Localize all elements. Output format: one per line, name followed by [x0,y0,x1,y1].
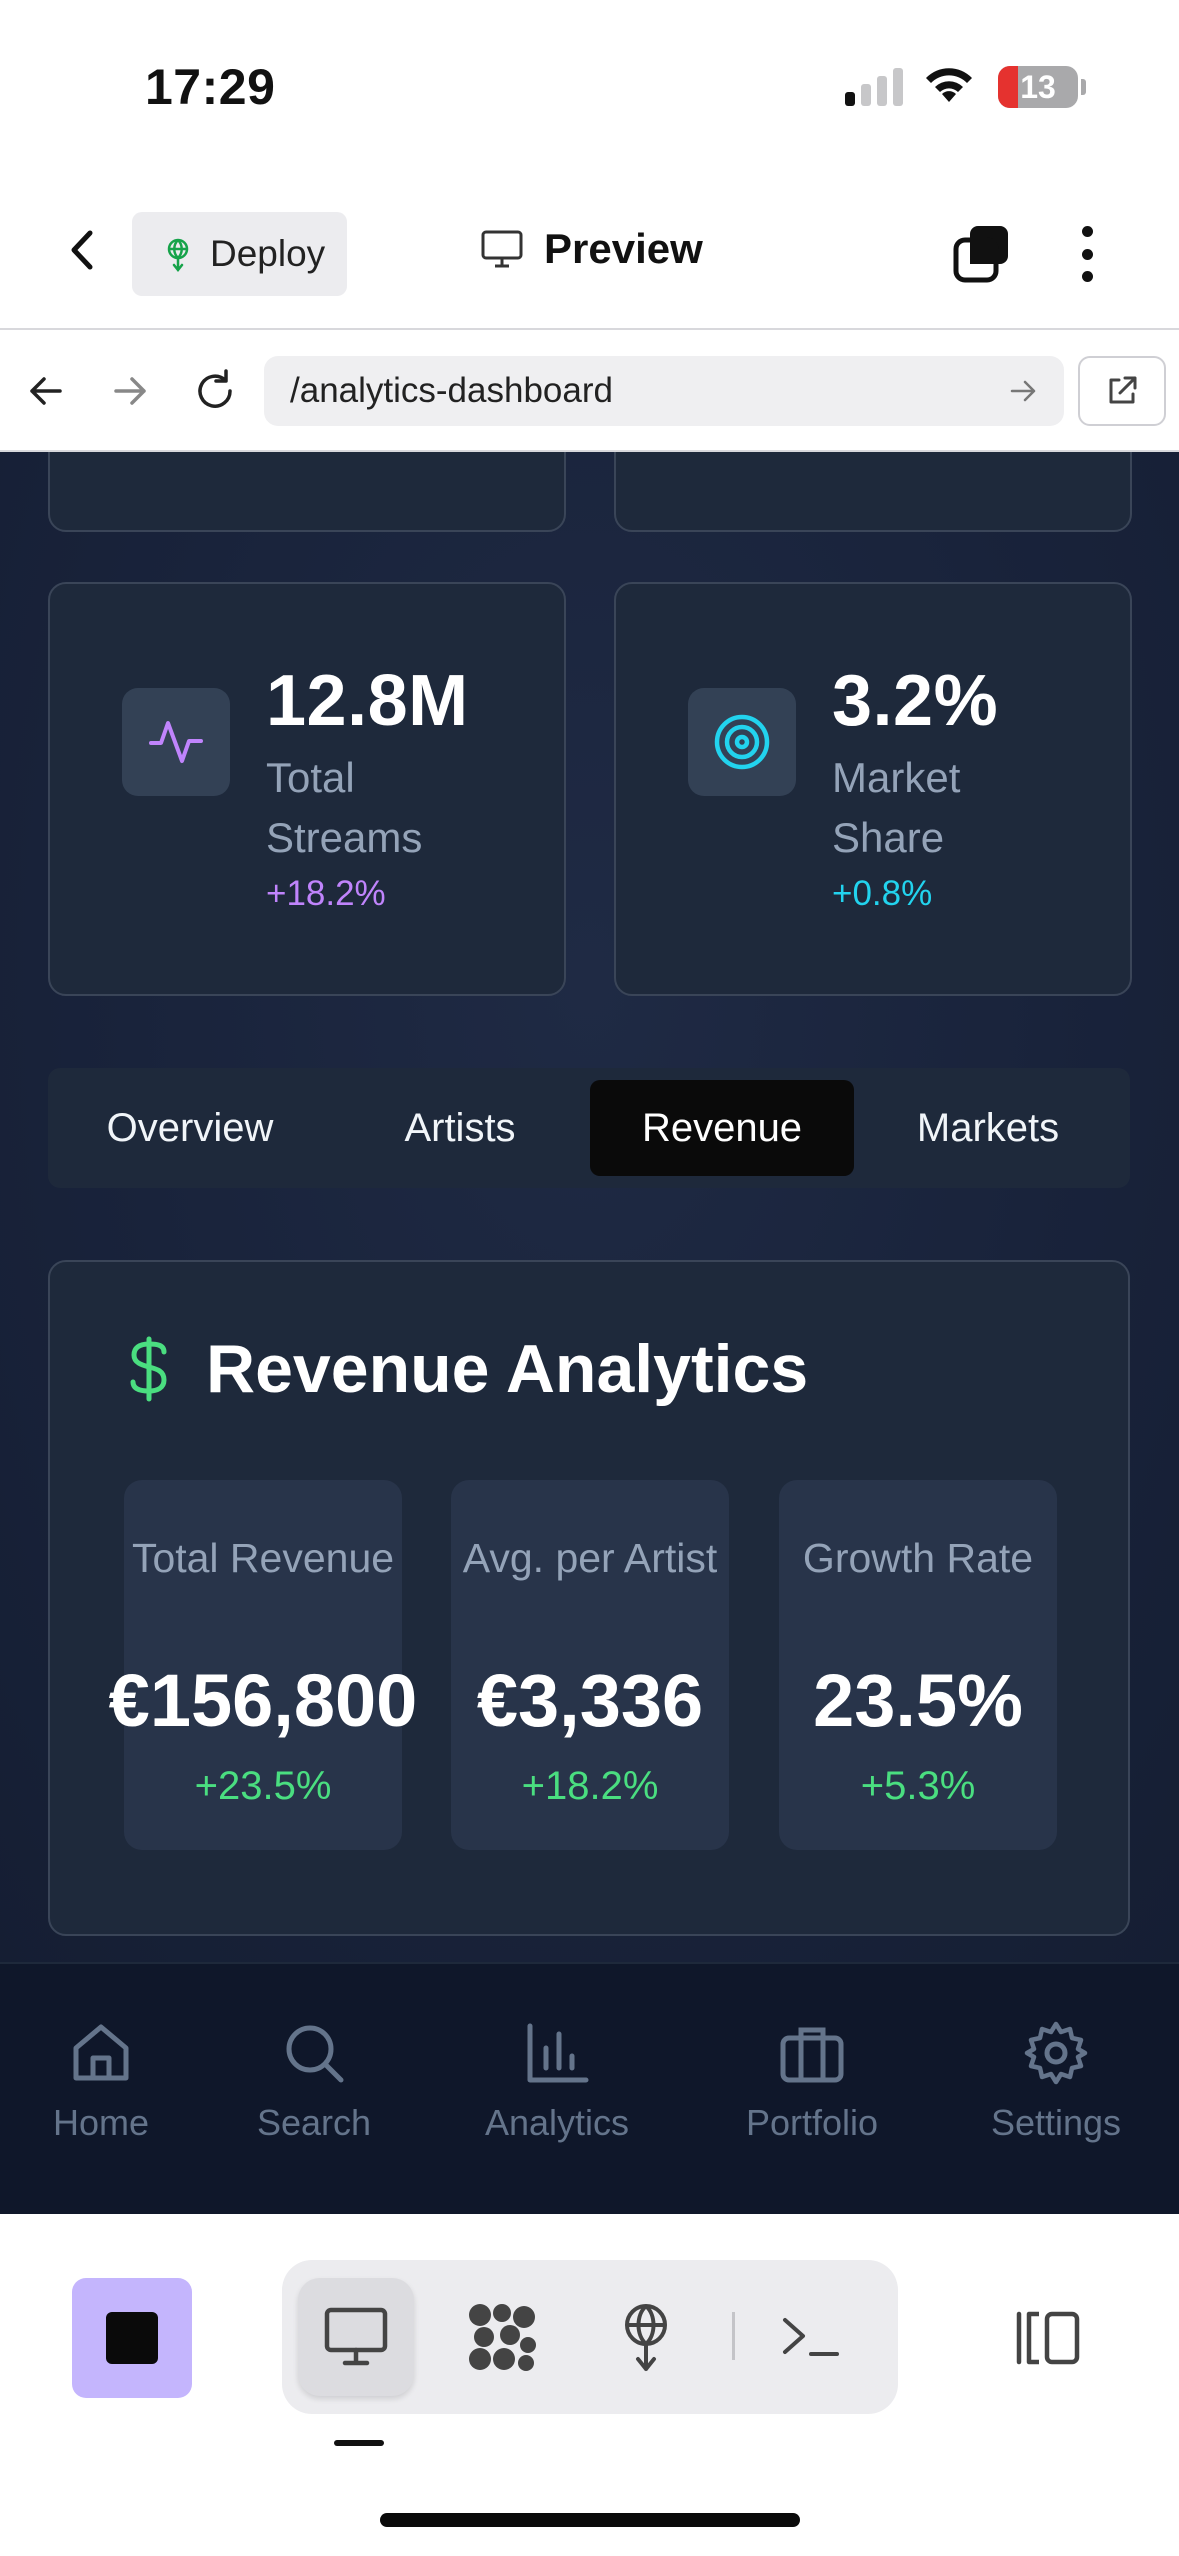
bar-chart-icon [527,2023,589,2083]
status-bar: 17:29 13 [0,0,1179,170]
metric-change: +5.3% [860,1764,976,1808]
stat-change: +18.2% [266,874,386,913]
battery-icon: 13 [998,66,1078,108]
url-text: /analytics-dashboard [290,371,613,410]
stat-label: Market Share [832,754,961,861]
stop-button[interactable] [72,2278,192,2398]
home-indicator [380,2513,800,2527]
nav-label: Settings [990,2102,1122,2143]
open-external-button[interactable] [1078,356,1166,426]
nav-home[interactable]: Home [1,2018,201,2144]
wifi-icon [926,68,972,102]
nav-label: Home [52,2102,150,2143]
preview-label: Preview [544,225,703,272]
tab-overview[interactable]: Overview [62,1080,318,1176]
revenue-title-text: Revenue Analytics [206,1331,809,1407]
figma-blob-icon [469,2304,536,2371]
nav-analytics[interactable]: Analytics [457,2018,657,2144]
stat-label: Total Streams [266,754,423,861]
terminal-icon [783,2318,839,2356]
terminal-mode-button[interactable] [752,2278,868,2396]
monitor-icon [481,230,523,268]
deploy-icon [625,2304,667,2371]
metric-label: Total Revenue [131,1535,395,1581]
metric-avg-per-artist: Avg. per Artist €3,336 +18.2% [451,1480,729,1850]
revenue-title: Revenue Analytics [126,1330,808,1408]
revenue-analytics-card: Revenue Analytics Total Revenue €156,800… [48,1260,1130,1936]
tab-markets[interactable]: Markets [860,1080,1116,1176]
metric-label: Growth Rate [802,1535,1034,1581]
design-mode-button[interactable] [444,2278,560,2396]
stat-card-partial [48,452,566,532]
metric-change: +23.5% [194,1764,332,1808]
reload-icon[interactable] [192,368,238,414]
nav-settings[interactable]: Settings [956,2018,1156,2144]
bottom-nav: Home Search Analytics Portfolio Settings [0,1962,1179,2214]
metric-label: Avg. per Artist [462,1535,718,1581]
external-link-icon [1109,376,1137,404]
stat-change: +0.8% [832,874,933,913]
target-icon-box [688,688,796,796]
metric-value: 23.5% [813,1659,1023,1742]
metric-total-revenue: Total Revenue €156,800 +23.5% [109,1480,417,1850]
preview-title: Preview [480,225,703,273]
briefcase-icon [780,2027,844,2083]
search-icon [286,2025,344,2083]
target-icon [714,714,770,770]
dollar-icon [130,1336,167,1402]
url-input[interactable]: /analytics-dashboard [264,356,1064,426]
activity-icon [149,721,203,763]
home-icon [73,2024,129,2081]
go-arrow-icon[interactable] [1008,376,1038,406]
monitor-icon [324,2307,388,2366]
cellular-signal-icon [845,66,903,106]
deploy-label: Deploy [210,233,326,274]
stat-value: 3.2% [832,661,999,741]
metric-growth-rate: Growth Rate 23.5% +5.3% [779,1480,1057,1850]
back-chevron-icon[interactable] [58,225,108,275]
preview-mode-button[interactable] [298,2278,414,2396]
editor-toolbar [0,2214,1179,2556]
nav-label: Search [256,2102,372,2143]
deploy-icon [167,238,189,272]
stat-card-streams: 12.8M Total Streams +18.2% [48,582,566,996]
nav-label: Portfolio [745,2102,879,2143]
stat-card-partial [614,452,1132,532]
more-options-icon[interactable] [1072,222,1102,286]
app-header: Deploy Preview [0,170,1179,330]
stat-card-market-share: 3.2% Market Share +0.8% [614,582,1132,996]
battery-level: 13 [1020,69,1056,105]
activity-icon-box [122,688,230,796]
browser-back-icon[interactable] [26,371,66,411]
browser-bar: /analytics-dashboard [0,330,1179,452]
metric-value: €3,336 [476,1659,704,1742]
nav-search[interactable]: Search [214,2018,414,2144]
tab-artists[interactable]: Artists [332,1080,588,1176]
nav-portfolio[interactable]: Portfolio [712,2018,912,2144]
status-time: 17:29 [145,59,276,115]
deploy-mode-button[interactable] [588,2278,704,2396]
browser-forward-icon[interactable] [110,371,150,411]
stat-value: 12.8M [266,661,469,741]
gear-icon [1024,2021,1088,2085]
dashboard-tabs: Overview Artists Revenue Markets [48,1068,1130,1188]
layers-icon[interactable] [950,222,1014,286]
side-panel-icon[interactable] [1005,2306,1085,2370]
deploy-button[interactable]: Deploy [132,212,347,296]
stop-icon [106,2312,158,2364]
nav-label: Analytics [484,2102,630,2143]
dashboard-content: 12.8M Total Streams +18.2% 3.2% Market S… [0,452,1179,1962]
view-mode-group [282,2260,898,2414]
tab-revenue[interactable]: Revenue [590,1080,854,1176]
metric-change: +18.2% [521,1764,659,1808]
metric-value: €156,800 [108,1659,418,1742]
